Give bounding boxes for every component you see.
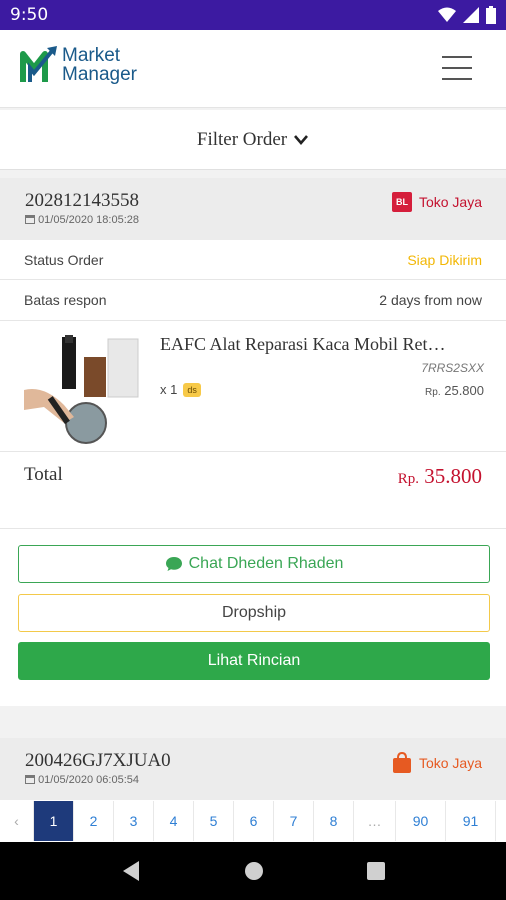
chat-button-label: Chat Dheden Rhaden bbox=[188, 555, 344, 572]
total-currency: Rp. bbox=[397, 471, 419, 487]
status-time: 9:50 bbox=[10, 5, 49, 25]
calendar-icon bbox=[25, 215, 35, 224]
store-label: Toko Jaya bbox=[392, 752, 482, 774]
calendar-icon bbox=[25, 775, 35, 784]
chevron-down-icon bbox=[294, 134, 309, 145]
logo-text-line2: Manager bbox=[62, 64, 137, 85]
pagination: ‹ 1 2 3 4 5 6 7 8 … 90 91 bbox=[0, 800, 506, 842]
batas-respon-row: Batas respon 2 days from now bbox=[0, 280, 506, 320]
status-order-label: Status Order bbox=[24, 251, 104, 268]
order-total: Total Rp. 35.800 bbox=[0, 452, 506, 502]
chat-bubble-icon bbox=[165, 557, 182, 571]
product-price: Rp. 25.800 bbox=[425, 383, 484, 398]
page-link[interactable]: 5 bbox=[194, 801, 234, 841]
store-name: Toko Jaya bbox=[418, 194, 482, 210]
total-amount: Rp. 35.800 bbox=[398, 464, 482, 489]
pagination-prev[interactable]: ‹ bbox=[0, 801, 34, 841]
lihat-rincian-label: Lihat Rincian bbox=[207, 652, 301, 669]
logo-mark-icon bbox=[20, 46, 57, 82]
order-id: 202812143558 bbox=[25, 190, 139, 211]
app-logo[interactable]: Market Manager bbox=[20, 44, 137, 86]
app-header: Market Manager bbox=[0, 30, 506, 108]
total-label: Total bbox=[24, 464, 63, 485]
back-icon[interactable] bbox=[121, 860, 141, 882]
page-link[interactable]: 6 bbox=[234, 801, 274, 841]
filter-order-label: Filter Order bbox=[196, 128, 288, 150]
order-card: 200426GJ7XJUA0 01/05/2020 06:05:54 Toko … bbox=[0, 738, 506, 800]
filter-order-toggle[interactable]: Filter Order bbox=[0, 110, 506, 170]
order-date: 01/05/2020 06:05:54 bbox=[25, 774, 139, 786]
order-date-text: 01/05/2020 06:05:54 bbox=[38, 774, 139, 786]
signal-icon bbox=[463, 7, 479, 23]
order-header: 202812143558 01/05/2020 18:05:28 BL Toko… bbox=[0, 178, 506, 240]
store-label: BL Toko Jaya bbox=[391, 192, 482, 212]
page-link[interactable]: 2 bbox=[74, 801, 114, 841]
wifi-icon bbox=[438, 7, 456, 22]
status-order-value: Siap Dikirim bbox=[407, 251, 482, 268]
logo-text-line1: Market bbox=[62, 45, 121, 66]
recents-icon[interactable] bbox=[366, 862, 385, 880]
order-card: 202812143558 01/05/2020 18:05:28 BL Toko… bbox=[0, 178, 506, 706]
dropship-button-label: Dropship bbox=[221, 604, 287, 621]
chat-button[interactable]: Chat Dheden Rhaden bbox=[18, 545, 490, 583]
dropship-button[interactable]: Dropship bbox=[18, 594, 490, 632]
batas-respon-label: Batas respon bbox=[24, 292, 107, 308]
order-id: 200426GJ7XJUA0 bbox=[25, 750, 171, 771]
page-link[interactable]: 7 bbox=[274, 801, 314, 841]
order-date-text: 01/05/2020 18:05:28 bbox=[38, 214, 139, 226]
status-bar: 9:50 bbox=[0, 0, 506, 30]
bukalapak-icon: BL bbox=[391, 192, 412, 212]
product-image bbox=[24, 335, 139, 444]
product-qty-text: x 1 bbox=[160, 382, 178, 397]
battery-icon bbox=[486, 6, 496, 24]
dropship-tag: ds bbox=[183, 382, 201, 397]
lihat-rincian-button[interactable]: Lihat Rincian bbox=[18, 642, 490, 680]
product-name: EAFC Alat Reparasi Kaca Mobil Ret… bbox=[160, 334, 446, 354]
product-item[interactable]: EAFC Alat Reparasi Kaca Mobil Ret… 7RRS2… bbox=[0, 320, 506, 452]
page-link[interactable]: 90 bbox=[396, 801, 446, 841]
page-link[interactable]: 3 bbox=[114, 801, 154, 841]
page-link[interactable]: 1 bbox=[34, 801, 74, 841]
product-sku: 7RRS2SXX bbox=[421, 361, 484, 375]
home-icon[interactable] bbox=[244, 861, 264, 881]
product-quantity: x 1 ds bbox=[160, 382, 201, 397]
order-header: 200426GJ7XJUA0 01/05/2020 06:05:54 Toko … bbox=[0, 738, 506, 800]
page-ellipsis: … bbox=[354, 801, 396, 841]
product-price-value: 25.800 bbox=[444, 383, 484, 398]
order-date: 01/05/2020 18:05:28 bbox=[25, 214, 139, 226]
shopee-bag-icon bbox=[392, 752, 411, 773]
total-value: 35.800 bbox=[424, 464, 482, 488]
page-link[interactable]: 8 bbox=[314, 801, 354, 841]
page-link[interactable]: 91 bbox=[446, 801, 496, 841]
batas-respon-value: 2 days from now bbox=[379, 292, 482, 308]
product-price-currency: Rp. bbox=[425, 387, 441, 398]
store-name: Toko Jaya bbox=[418, 755, 482, 771]
android-nav-bar bbox=[0, 842, 506, 900]
menu-hamburger-icon[interactable] bbox=[442, 56, 472, 89]
status-order-row: Status Order Siap Dikirim bbox=[0, 240, 506, 280]
status-icons bbox=[438, 6, 496, 24]
page-link[interactable]: 4 bbox=[154, 801, 194, 841]
